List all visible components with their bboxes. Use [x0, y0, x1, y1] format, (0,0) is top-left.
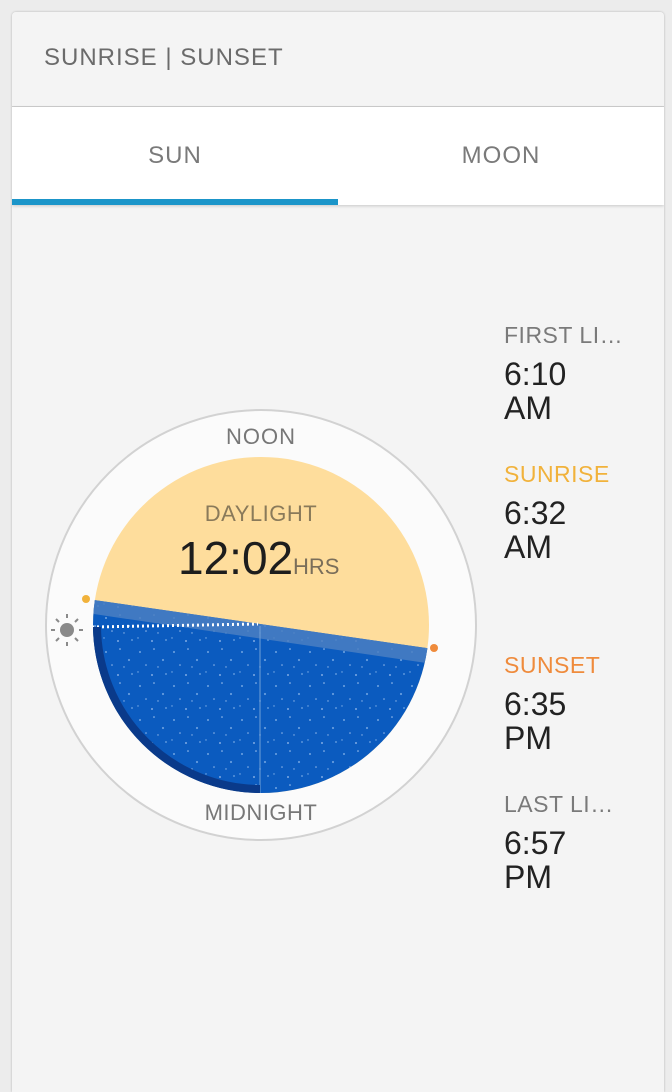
last-light-item: LAST LIGHT 6:57 PM: [504, 791, 644, 894]
sunrise-time-value: 6:32: [504, 495, 567, 531]
sunrise-dot: [82, 595, 90, 603]
sunrise-ampm: AM: [504, 529, 552, 565]
first-light-time: 6:10 AM: [504, 357, 644, 425]
last-light-label: LAST LIGHT: [504, 791, 626, 817]
first-light-label: FIRST LIGHT: [504, 322, 626, 348]
sunrise-item: SUNRISE 6:32 AM: [504, 461, 644, 564]
noon-label: NOON: [226, 424, 296, 449]
midnight-label: MIDNIGHT: [205, 800, 318, 825]
daylight-unit: HRS: [293, 554, 339, 579]
first-light-item: FIRST LIGHT 6:10 AM: [504, 322, 644, 425]
daylight-label: DAYLIGHT: [205, 501, 317, 526]
sunset-dot: [430, 644, 438, 652]
sunset-ampm: PM: [504, 720, 552, 756]
sunset-time: 6:35 PM: [504, 687, 644, 755]
last-light-ampm: PM: [504, 859, 552, 895]
daylight-duration: 12:02: [178, 532, 293, 584]
first-light-time-value: 6:10: [504, 356, 567, 392]
sunset-label: SUNSET: [504, 652, 601, 678]
first-light-ampm: AM: [504, 390, 552, 426]
last-light-time-value: 6:57: [504, 825, 567, 861]
sunrise-time: 6:32 AM: [504, 496, 644, 564]
sunset-item: SUNSET 6:35 PM: [504, 652, 644, 755]
sunrise-label: SUNRISE: [504, 461, 610, 487]
sunset-time-value: 6:35: [504, 686, 567, 722]
last-light-time: 6:57 PM: [504, 826, 644, 894]
